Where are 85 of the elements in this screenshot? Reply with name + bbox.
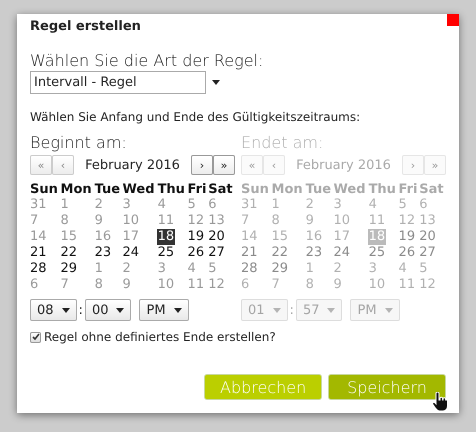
calendar-day[interactable]: 28	[29, 261, 48, 277]
calendar-day[interactable]: 15	[60, 229, 78, 245]
calendar-day[interactable]: 8	[60, 213, 70, 229]
weekday-header: Mon	[60, 182, 95, 197]
calendar-day[interactable]: 11	[186, 277, 206, 293]
calendar-day[interactable]: 1	[94, 261, 104, 277]
caret-icon	[384, 308, 393, 312]
caret-icon	[116, 308, 124, 312]
calendar-day[interactable]: 10	[156, 277, 176, 293]
caret-icon	[62, 308, 70, 312]
weekday-header: Sun	[241, 182, 270, 197]
dialog-title: Regel erstellen	[30, 18, 142, 36]
calendar-day[interactable]: 3	[122, 197, 132, 213]
month-label: February 2016	[295, 158, 392, 172]
calendar-day[interactable]: 21	[29, 245, 48, 261]
calendar-day[interactable]: 5	[207, 261, 218, 277]
weekday-header: Sat	[419, 182, 445, 197]
month-label: February 2016	[84, 158, 181, 172]
weekday-header: Wed	[122, 182, 158, 197]
dialog-button[interactable]: Abbrechen	[204, 374, 322, 400]
calendar-day[interactable]: 24	[122, 245, 140, 261]
caret-icon	[327, 308, 336, 312]
previous-button[interactable]: ‹	[52, 155, 74, 175]
calendar-day[interactable]: 5	[186, 197, 197, 213]
close-marker[interactable]	[447, 14, 459, 26]
calendar-day[interactable]: 12	[207, 277, 226, 293]
dialog-button[interactable]: Speichern	[328, 374, 446, 400]
weekday-header: Thu	[368, 182, 397, 197]
calendar-day[interactable]: 16	[94, 229, 112, 245]
calendar-day[interactable]: 12	[186, 213, 206, 229]
calendar-day[interactable]: 14	[29, 229, 48, 245]
date-label: Beginnt am:	[30, 133, 128, 152]
weekday-header: Thu	[158, 182, 186, 197]
time-separator: :	[78, 302, 83, 318]
calendar-day[interactable]: 6	[207, 197, 218, 213]
weekday-header: Fri	[188, 182, 208, 197]
weekday-header: Sun	[30, 182, 59, 197]
calendar-day[interactable]: 9	[122, 277, 132, 293]
next-button[interactable]: »	[213, 155, 235, 175]
checkbox-label[interactable]: Regel ohne definiertes Ende erstellen?	[44, 330, 276, 344]
calendar-day[interactable]: 8	[94, 277, 104, 293]
calendar-day[interactable]: 1	[60, 197, 70, 213]
time-select[interactable]: 08	[30, 299, 77, 321]
calendar-day[interactable]: 4	[186, 261, 197, 277]
calendar-day[interactable]: 2	[122, 261, 132, 277]
calendar-day[interactable]: 10	[122, 213, 140, 229]
calendar-day[interactable]: 18	[156, 229, 176, 245]
weekday-header: Sat	[208, 182, 234, 197]
rule-type-label: Wählen Sie die Art der Regel:	[30, 51, 264, 70]
calendar-day[interactable]: 22	[60, 245, 78, 261]
time-separator: :	[290, 302, 294, 318]
calendar-day[interactable]: 6	[29, 277, 40, 293]
previous-button[interactable]: «	[30, 155, 52, 175]
checkbox[interactable]	[30, 332, 41, 342]
weekday-header: Mon	[272, 182, 306, 197]
calendar-day[interactable]: 31	[29, 197, 48, 213]
calendar-day[interactable]: 29	[60, 261, 78, 277]
period-hint: Wählen Sie Anfang und Ende des Gültigkeitszeitraums:	[30, 110, 362, 124]
next-button[interactable]: ›	[191, 155, 213, 175]
caret-icon	[174, 308, 182, 312]
calendar-day[interactable]: 23	[94, 245, 112, 261]
weekday-header: Fri	[398, 182, 418, 197]
date-label: Endet am:	[241, 133, 324, 152]
calendar-day[interactable]: 27	[207, 245, 226, 261]
time-select[interactable]: PM	[139, 299, 189, 321]
calendar-day[interactable]: 25	[156, 245, 176, 261]
calendar-day[interactable]: 3	[156, 261, 167, 277]
caret-icon	[272, 308, 281, 312]
calendar-day[interactable]: 2	[94, 197, 104, 213]
calendar-day[interactable]: 4	[156, 197, 167, 213]
weekday-header: Tue	[306, 182, 334, 197]
calendar-day[interactable]: 7	[60, 277, 70, 293]
calendar-day[interactable]: 9	[94, 213, 104, 229]
calendar-day[interactable]: 17	[122, 229, 140, 245]
time-select[interactable]: 00	[84, 299, 132, 321]
calendar-day[interactable]: 11	[156, 213, 176, 229]
calendar-day[interactable]: 19	[186, 229, 206, 245]
weekday-header: Tue	[94, 182, 123, 197]
rule-type-select[interactable]: Intervall - Regel	[30, 71, 206, 94]
calendar-day[interactable]: 20	[207, 229, 226, 245]
calendar-day[interactable]: 7	[29, 213, 40, 229]
calendar-day[interactable]: 26	[186, 245, 206, 261]
calendar-day[interactable]: 13	[207, 213, 226, 229]
caret-icon	[212, 80, 220, 85]
weekday-header: Wed	[334, 182, 369, 197]
